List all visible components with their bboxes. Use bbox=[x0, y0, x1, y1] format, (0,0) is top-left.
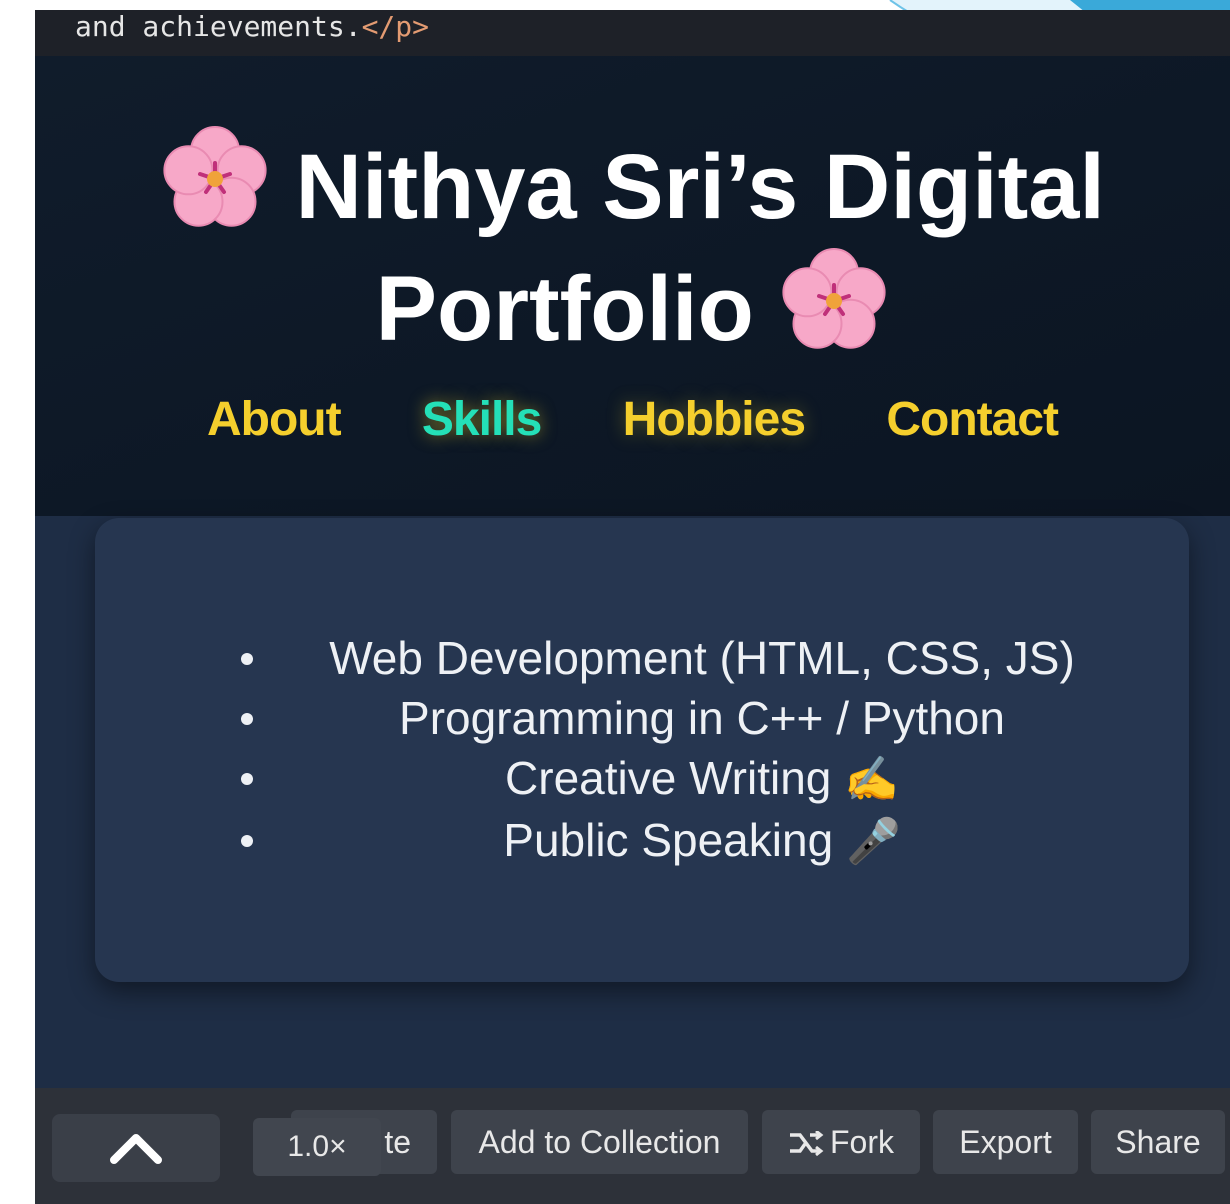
nav-skills[interactable]: Skills bbox=[422, 392, 542, 447]
skill-text: Creative Writing bbox=[505, 752, 832, 804]
microphone-icon: 🎤 bbox=[845, 817, 901, 866]
title-line-2: Portfolio bbox=[375, 258, 754, 360]
list-item: Public Speaking 🎤 bbox=[95, 810, 1189, 872]
code-editor-strip: and achievements.</p> bbox=[35, 10, 1230, 56]
nav-hobbies[interactable]: Hobbies bbox=[623, 392, 806, 447]
chevron-up-icon bbox=[110, 1134, 162, 1164]
skill-text: Public Speaking bbox=[503, 814, 834, 866]
fork-label: Fork bbox=[830, 1124, 894, 1160]
bullet bbox=[241, 713, 253, 725]
share-button[interactable]: Share bbox=[1091, 1110, 1225, 1174]
preview-frame: and achievements.</p> Nithya Sri’s Digit… bbox=[35, 10, 1230, 1204]
scroll-up-button[interactable] bbox=[52, 1114, 220, 1182]
add-to-collection-button[interactable]: Add to Collection bbox=[451, 1110, 748, 1174]
page-title: Nithya Sri’s Digital Portfolio bbox=[35, 124, 1230, 368]
skills-card: Web Development (HTML, CSS, JS) Programm… bbox=[95, 518, 1189, 982]
code-closing-tag: </p> bbox=[361, 10, 430, 43]
skills-list: Web Development (HTML, CSS, JS) Programm… bbox=[95, 628, 1189, 872]
skill-text: Programming in C++ / Python bbox=[399, 692, 1005, 744]
playback-speed-badge[interactable]: 1.0× bbox=[253, 1118, 381, 1176]
list-item: Web Development (HTML, CSS, JS) bbox=[95, 628, 1189, 688]
fork-icon bbox=[790, 1129, 824, 1157]
bullet bbox=[241, 835, 253, 847]
cherry-blossom-icon bbox=[782, 248, 886, 349]
skill-text: Web Development (HTML, CSS, JS) bbox=[329, 632, 1075, 684]
writing-hand-icon: ✍️ bbox=[844, 755, 899, 804]
nav-contact[interactable]: Contact bbox=[886, 392, 1059, 447]
bottom-toolbar: te 1.0× Add to Collection Fork Export Sh… bbox=[35, 1088, 1230, 1204]
export-button[interactable]: Export bbox=[933, 1110, 1078, 1174]
code-text: and achievements. bbox=[75, 10, 362, 43]
title-line-1: Nithya Sri’s Digital bbox=[295, 136, 1105, 238]
list-item: Programming in C++ / Python bbox=[95, 688, 1189, 748]
cherry-blossom-icon bbox=[163, 126, 267, 227]
main-nav: About Skills Hobbies Contact bbox=[35, 392, 1230, 447]
list-item: Creative Writing ✍️ bbox=[95, 748, 1189, 810]
nav-about[interactable]: About bbox=[207, 392, 342, 447]
fork-button[interactable]: Fork bbox=[762, 1110, 920, 1174]
portfolio-header: Nithya Sri’s Digital Portfolio About Ski… bbox=[35, 56, 1230, 516]
bullet bbox=[241, 773, 253, 785]
bullet bbox=[241, 653, 253, 665]
